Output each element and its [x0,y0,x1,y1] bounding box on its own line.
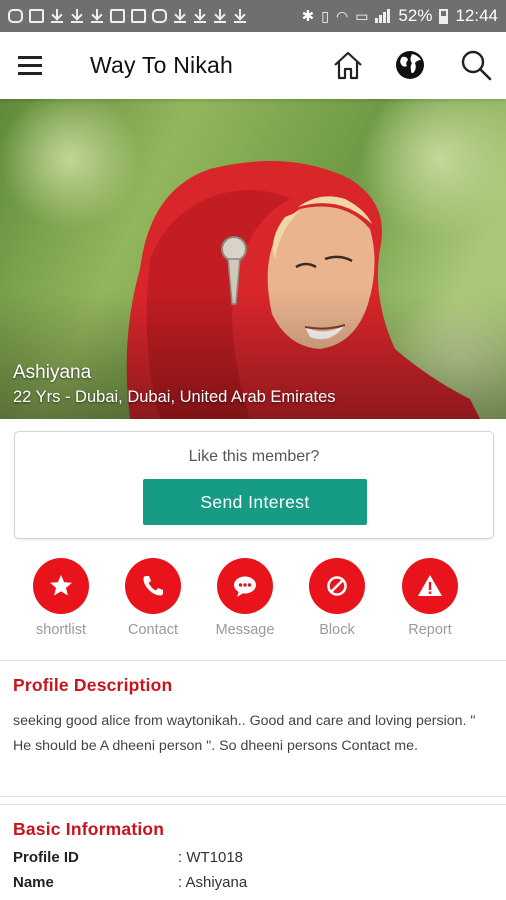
report-button[interactable]: Report [385,558,475,638]
search-icon[interactable] [459,48,493,82]
shortlist-button[interactable]: shortlist [16,558,106,638]
profile-age-location: 22 Yrs - Dubai, Dubai, United Arab Emira… [13,388,336,406]
download-icon [193,9,207,23]
warning-icon [402,558,458,614]
info-row-name: Name : Ashiyana [13,874,493,896]
battery-percent: 52% [398,6,433,25]
download-icon [50,9,64,23]
shortlist-label: shortlist [36,622,86,638]
contact-button[interactable]: Contact [108,558,198,638]
download-icon [173,9,187,23]
profile-photo[interactable]: Ashiyana 22 Yrs - Dubai, Dubai, United A… [0,99,506,419]
download-icon [70,9,84,23]
profile-description-text: seeking good alice from waytonikah.. Goo… [13,713,476,754]
instagram-icon [152,9,167,23]
like-member-card: Like this member? Send Interest [14,431,494,539]
basic-information-title: Basic Information [13,819,165,839]
download-icon [90,9,104,23]
chat-bubble-icon [217,558,273,614]
battery-icon [439,8,449,24]
profile-actions: shortlist Contact Message Block Report [0,558,506,648]
info-value: : WT1018 [178,849,244,866]
divider [0,796,506,797]
info-value: : Ashiyana [178,874,248,891]
info-row-profile-id: Profile ID : WT1018 [13,849,493,871]
phone-icon [125,558,181,614]
profile-description-title: Profile Description [13,675,173,695]
info-key: Profile ID [13,849,79,866]
news-icon [131,9,146,23]
chat-icon [8,9,23,23]
message-label: Message [215,622,275,638]
bluetooth-icon: ✱ [301,8,315,25]
message-button[interactable]: Message [200,558,290,638]
download-icon [213,9,227,23]
block-label: Block [319,622,355,638]
status-bar: ✱ ▯ ◠ ▭ 52% 12:44 [0,0,506,32]
globe-icon[interactable] [393,48,427,82]
app-title: Way To Nikah [90,52,234,78]
sim-icon: ▭ [355,7,369,24]
profile-name: Ashiyana [13,362,92,383]
clock: 12:44 [455,6,498,25]
menu-icon[interactable] [18,56,42,76]
divider [0,660,506,661]
signal-icon [375,9,391,23]
report-label: Report [408,622,452,638]
contact-label: Contact [128,622,178,638]
home-icon[interactable] [331,48,365,82]
bag-icon [110,9,125,23]
divider [0,804,506,805]
info-key: Name [13,874,54,891]
image-icon [29,9,44,23]
notification-icons [8,0,247,32]
system-icons: ✱ ▯ ◠ ▭ 52% 12:44 [302,0,498,32]
send-interest-button[interactable]: Send Interest [143,479,367,525]
block-icon [309,558,365,614]
block-button[interactable]: Block [292,558,382,638]
star-icon [33,558,89,614]
like-question: Like this member? [188,448,320,465]
app-bar: Way To Nikah [0,32,506,99]
download-icon [233,9,247,23]
vibrate-icon: ▯ [321,7,329,24]
wifi-icon: ◠ [335,7,349,24]
